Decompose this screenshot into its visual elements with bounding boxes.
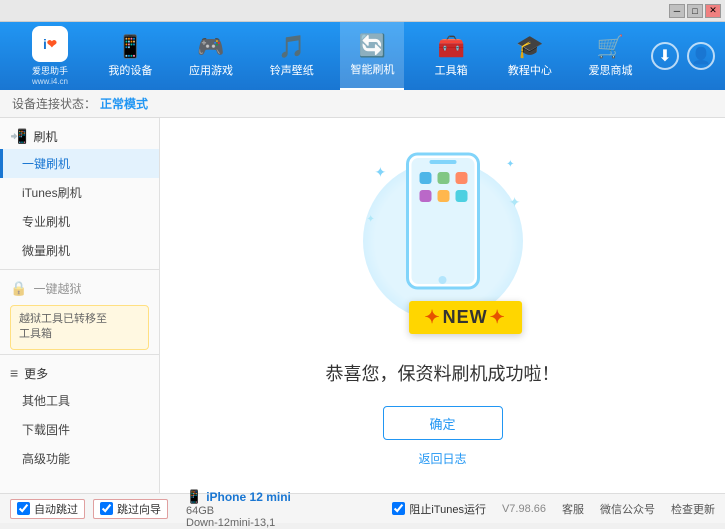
bottom-bar: 自动跳过 跳过向导 📱 iPhone 12 mini 64GB Down-12m… [0, 493, 725, 523]
device-storage: 64GB [186, 505, 291, 517]
auto-jump-checkbox[interactable] [17, 502, 30, 515]
sparkle-4: ✦ [367, 214, 375, 225]
itunes-checkbox[interactable] [392, 502, 405, 515]
more-icon: ≡ [10, 365, 18, 381]
sidebar-item-pro-flash[interactable]: 专业刷机 [0, 207, 159, 236]
nav-item-smart-flash[interactable]: 🔄 智能刷机 [340, 22, 404, 90]
sidebar-divider-2 [0, 354, 159, 355]
status-bar: 设备连接状态： 正常模式 [0, 90, 725, 118]
sparkle-1: ✦ [375, 164, 387, 181]
flash-section-label: 刷机 [33, 128, 57, 145]
more-label: 更多 [24, 365, 48, 382]
nav-icon-app-game: 🎮 [197, 34, 224, 60]
status-value: 正常模式 [100, 95, 148, 112]
sidebar-item-download-firmware[interactable]: 下载固件 [0, 415, 159, 444]
jailbreak-label: 一键越狱 [33, 280, 81, 297]
sidebar-divider-1 [0, 269, 159, 270]
success-illustration: ✦ ✦ ✦ ✦ ✦NEW✦ [353, 144, 533, 344]
nav-item-tutorial[interactable]: 🎓 教程中心 [498, 22, 562, 90]
nav-item-app-game[interactable]: 🎮 应用游戏 [179, 22, 243, 90]
nav-icon-my-device: 📱 [117, 34, 144, 60]
logo-icon: i❤ [32, 26, 68, 62]
success-text: 恭喜您，保资料刷机成功啦！ [326, 360, 560, 386]
main-content: ✦ ✦ ✦ ✦ ✦NEW✦ 恭喜您，保资料 [160, 118, 725, 493]
auto-jump-label[interactable]: 自动跳过 [34, 501, 78, 517]
nav-icon-tutorial: 🎓 [516, 34, 543, 60]
nav-bar: 📱 我的设备 🎮 应用游戏 🎵 铃声壁纸 🔄 智能刷机 🧰 工具箱 🎓 教程中心… [90, 22, 651, 90]
skip-wizard-checkbox[interactable] [100, 502, 113, 515]
itunes-status: 阻止iTunes运行 [392, 501, 486, 517]
title-bar: ─ □ ✕ [0, 0, 725, 22]
sidebar: 📲 刷机 一键刷机 iTunes刷机 专业刷机 微量刷机 🔒 一键越狱 越狱工具… [0, 118, 160, 493]
bottom-right: 阻止iTunes运行 V7.98.66 客服 微信公众号 检查更新 [392, 501, 715, 517]
version-text: V7.98.66 [502, 503, 546, 515]
star-right: ✦ [490, 307, 506, 327]
jailbreak-warning: 越狱工具已转移至工具箱 [10, 305, 149, 350]
nav-right: ⬇ 👤 [651, 42, 715, 70]
nav-icon-toolbox: 🧰 [437, 34, 464, 60]
wechat-link[interactable]: 微信公众号 [600, 501, 655, 517]
nav-item-my-device[interactable]: 📱 我的设备 [98, 22, 162, 90]
main-layout: 📲 刷机 一键刷机 iTunes刷机 专业刷机 微量刷机 🔒 一键越狱 越狱工具… [0, 118, 725, 493]
sidebar-item-advanced[interactable]: 高级功能 [0, 444, 159, 473]
lock-icon: 🔒 [10, 280, 27, 297]
minimize-button[interactable]: ─ [669, 4, 685, 18]
nav-icon-smart-flash: 🔄 [359, 33, 386, 59]
sidebar-item-one-key-flash[interactable]: 一键刷机 [0, 149, 159, 178]
logo[interactable]: i❤ 爱思助手 www.i4.cn [10, 26, 90, 86]
sidebar-item-other-tools[interactable]: 其他工具 [0, 386, 159, 415]
sidebar-section-jailbreak: 🔒 一键越狱 [0, 274, 159, 301]
sparkle-3: ✦ [509, 194, 521, 211]
nav-item-store[interactable]: 🛒 爱思商城 [579, 22, 643, 90]
nav-icon-store: 🛒 [597, 34, 624, 60]
phone-icon: 📱 [186, 489, 202, 505]
skip-wizard-group: 跳过向导 [93, 499, 168, 519]
header: i❤ 爱思助手 www.i4.cn 📱 我的设备 🎮 应用游戏 🎵 铃声壁纸 🔄… [0, 22, 725, 90]
skip-wizard-label[interactable]: 跳过向导 [117, 501, 161, 517]
sidebar-item-itunes-flash[interactable]: iTunes刷机 [0, 178, 159, 207]
device-name: iPhone 12 mini [206, 490, 291, 504]
flash-section-icon: 📲 [10, 128, 27, 145]
star-left: ✦ [425, 307, 441, 327]
nav-icon-ringtone: 🎵 [278, 34, 305, 60]
nav-item-toolbox[interactable]: 🧰 工具箱 [421, 22, 481, 90]
sidebar-section-more: ≡ 更多 [0, 359, 159, 386]
sidebar-item-save-flash[interactable]: 微量刷机 [0, 236, 159, 265]
nav-item-ringtone[interactable]: 🎵 铃声壁纸 [260, 22, 324, 90]
close-button[interactable]: ✕ [705, 4, 721, 18]
new-badge: ✦NEW✦ [409, 301, 522, 334]
phone-svg [405, 152, 480, 290]
restore-button[interactable]: □ [687, 4, 703, 18]
auto-jump-group: 自动跳过 [10, 499, 85, 519]
download-button[interactable]: ⬇ [651, 42, 679, 70]
sidebar-section-flash: 📲 刷机 [0, 122, 159, 149]
support-link[interactable]: 客服 [562, 501, 584, 517]
logo-text: 爱思助手 www.i4.cn [32, 64, 68, 86]
back-link[interactable]: 返回日志 [418, 450, 466, 467]
sparkle-2: ✦ [506, 159, 514, 170]
status-label: 设备连接状态： [12, 95, 96, 112]
user-button[interactable]: 👤 [687, 42, 715, 70]
update-link[interactable]: 检查更新 [671, 501, 715, 517]
confirm-button[interactable]: 确定 [383, 406, 503, 440]
